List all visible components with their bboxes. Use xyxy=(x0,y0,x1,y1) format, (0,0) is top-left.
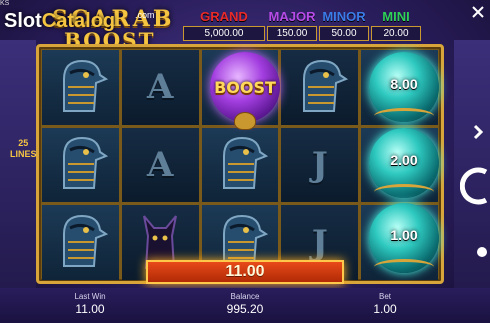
watermark-part2: Catalog xyxy=(41,10,116,32)
bet[interactable]: Bet 1.00 xyxy=(355,292,415,316)
reel-cell xyxy=(201,127,279,203)
balance-value: 995.20 xyxy=(226,302,264,316)
jackpot-minor: MINOR 50.00 xyxy=(319,10,369,42)
corner-text: KS xyxy=(0,0,10,7)
boost-orb: BOOST xyxy=(206,52,284,132)
value-orb: 8.00 xyxy=(366,52,442,128)
value-orb-amount: 8.00 xyxy=(390,76,418,92)
jackpot-major: MAJOR 150.00 xyxy=(267,10,317,42)
spin-icon xyxy=(460,167,488,205)
close-icon[interactable] xyxy=(466,0,490,24)
reel-cell: A xyxy=(121,50,199,125)
spin-button[interactable] xyxy=(460,164,490,208)
menu-icon xyxy=(477,247,487,257)
jackpot-minor-value: 50.00 xyxy=(319,26,369,41)
scarab-icon xyxy=(234,112,256,130)
lines-count: 25 xyxy=(18,138,29,148)
letter-symbol: A xyxy=(147,144,174,185)
logo-suffix: .com xyxy=(135,10,155,20)
jackpot-grand-value: 5,000.00 xyxy=(183,26,265,41)
autoplay-button[interactable] xyxy=(466,120,490,144)
value-orb: 1.00 xyxy=(366,203,442,279)
scarab-wing-icon xyxy=(374,184,434,200)
last-win-value: 11.00 xyxy=(75,302,105,316)
lines-badge: 25 LINES xyxy=(10,138,37,160)
jackpot-minor-name: MINOR xyxy=(322,9,366,24)
lines-label: LINES xyxy=(10,149,37,159)
scarab-wing-icon xyxy=(374,259,434,275)
value-orb-amount: 1.00 xyxy=(390,227,418,243)
win-display: 11.00 xyxy=(146,260,344,284)
jackpot-major-value: 150.00 xyxy=(267,26,317,41)
autoplay-icon xyxy=(473,124,484,140)
jackpot-major-name: MAJOR xyxy=(268,9,316,24)
horus-symbol-icon xyxy=(210,130,270,199)
horus-symbol-icon xyxy=(50,130,110,199)
horus-symbol-icon xyxy=(50,208,110,277)
reel-cell xyxy=(42,127,119,203)
letter-symbol: A xyxy=(147,67,174,108)
last-win-label: Last Win xyxy=(74,292,106,301)
letter-symbol: J xyxy=(311,222,328,263)
value-orb-amount: 2.00 xyxy=(390,152,418,168)
reel-cell xyxy=(281,50,359,125)
watermark: SlotCatalog xyxy=(4,10,115,33)
jackpot-mini: MINI 20.00 xyxy=(371,10,421,42)
bet-label: Bet xyxy=(378,292,391,301)
horus-symbol-icon xyxy=(50,53,110,122)
reel-cell xyxy=(42,50,119,125)
left-pillar xyxy=(0,40,36,290)
watermark-part1: Slot xyxy=(4,10,42,32)
balance: Balance 995.20 xyxy=(212,292,278,316)
reel-cell: J xyxy=(281,127,359,203)
reel-cell xyxy=(42,205,119,280)
scarab-wing-icon xyxy=(374,108,434,124)
jackpot-bar: GRAND 5,000.00 MAJOR 150.00 MINOR 50.00 … xyxy=(183,10,421,42)
jackpot-mini-name: MINI xyxy=(382,9,410,24)
balance-label: Balance xyxy=(230,292,260,301)
jackpot-grand-name: GRAND xyxy=(200,9,248,24)
bottom-bar: Last Win 11.00 Balance 995.20 Bet 1.00 xyxy=(0,288,490,323)
jackpot-mini-value: 20.00 xyxy=(371,26,421,41)
boost-label: BOOST xyxy=(214,78,276,97)
bet-value: 1.00 xyxy=(373,302,397,316)
horus-symbol-icon xyxy=(290,53,350,122)
letter-symbol: J xyxy=(311,144,328,185)
menu-button[interactable] xyxy=(466,240,490,264)
jackpot-grand: GRAND 5,000.00 xyxy=(183,10,265,42)
value-orb: 2.00 xyxy=(366,128,442,204)
reel-cell: A xyxy=(121,127,199,203)
last-win: Last Win 11.00 xyxy=(60,292,120,316)
